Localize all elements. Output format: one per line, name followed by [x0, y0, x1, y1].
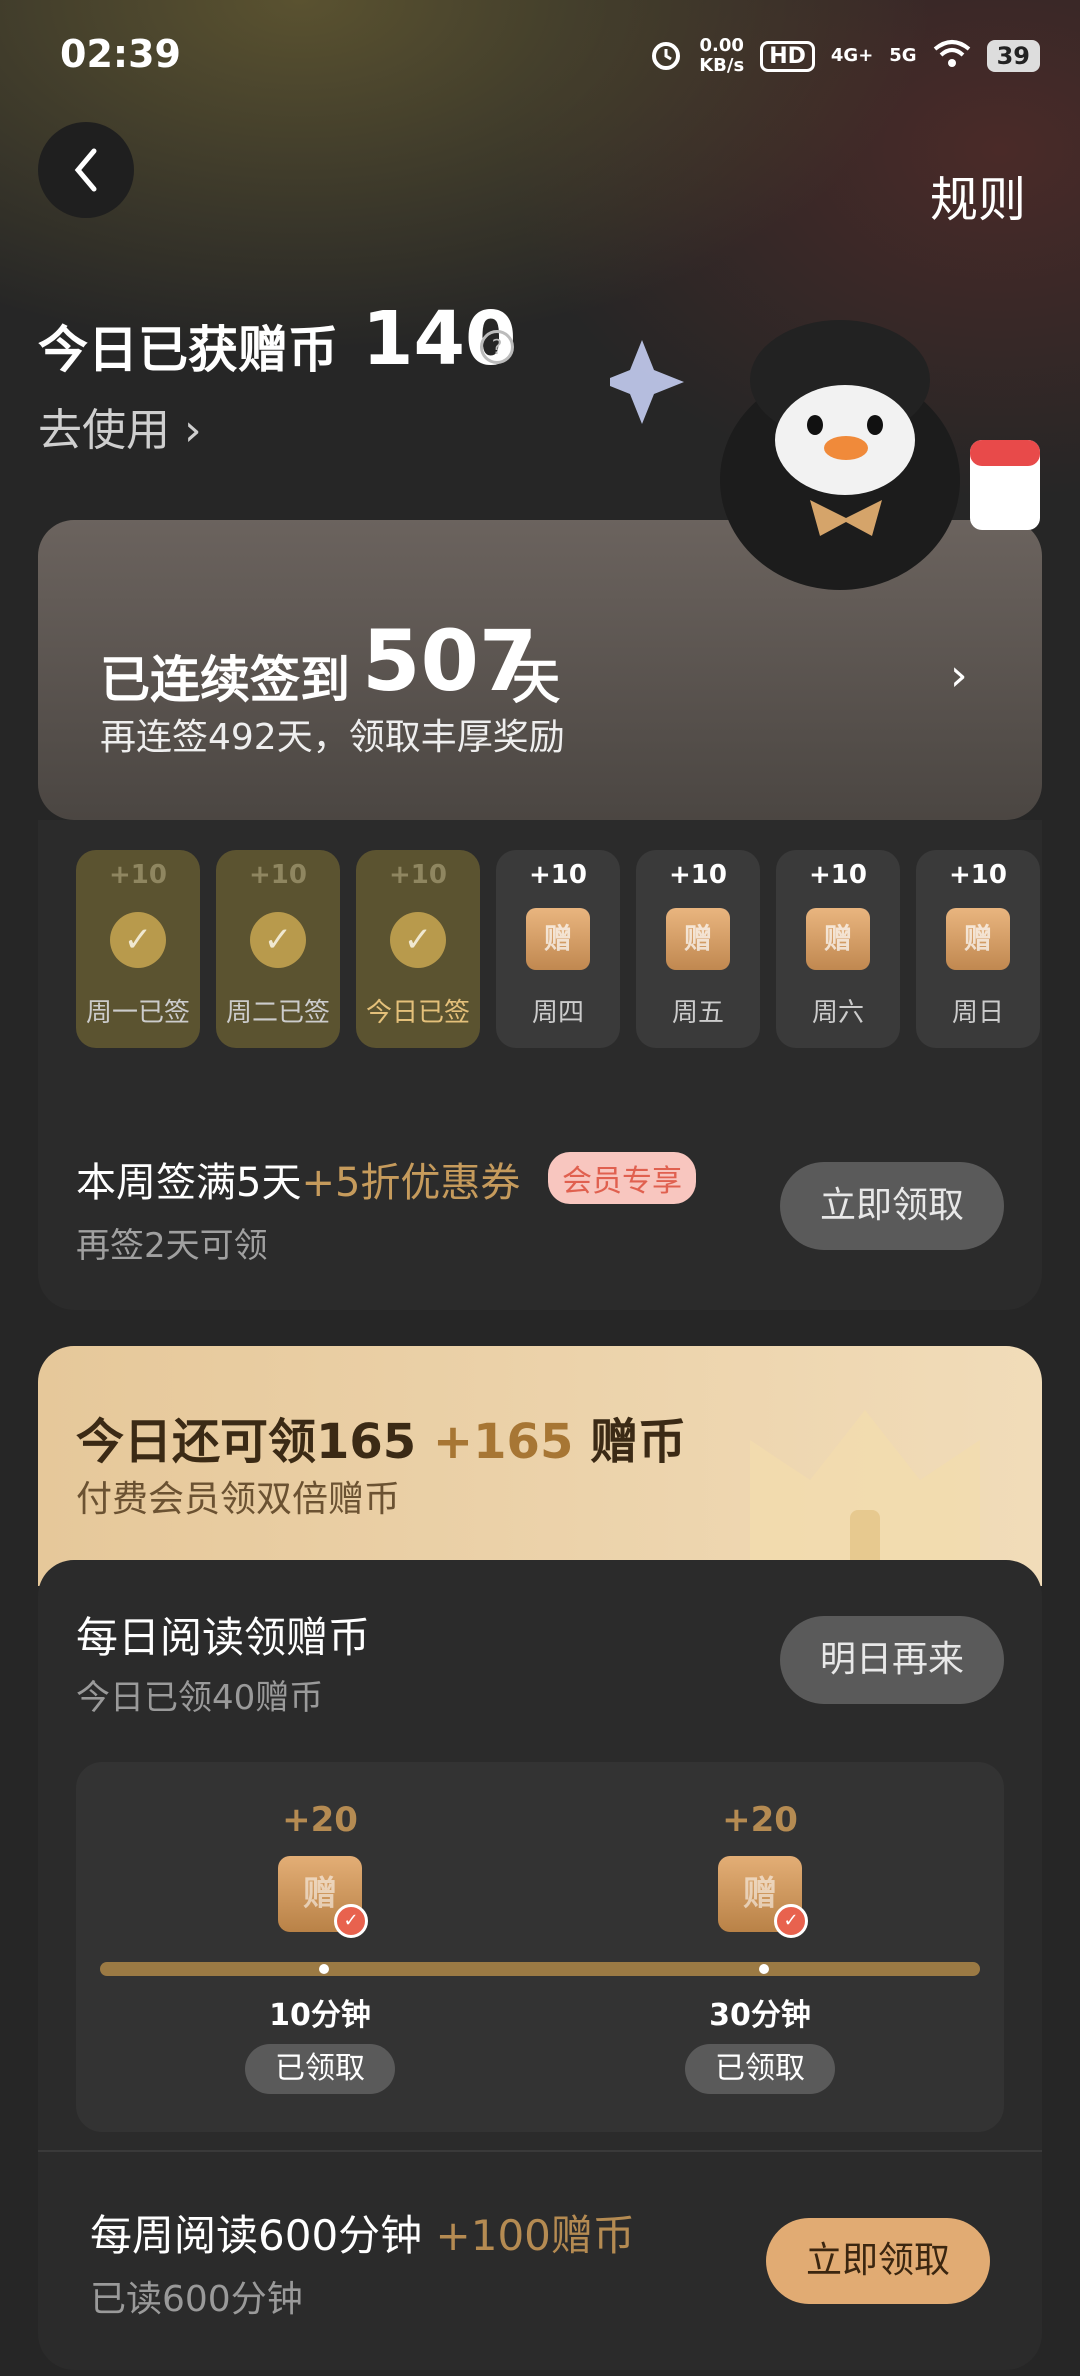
member-exclusive-badge: 会员专享: [548, 1152, 696, 1204]
coin-ticket-icon: 赠: [526, 908, 590, 970]
milestone-dot: [759, 1964, 769, 1974]
day-reward: +10: [949, 860, 1007, 890]
streak-unit: 天: [512, 654, 561, 710]
help-icon[interactable]: ?: [480, 330, 514, 364]
weekly-reading-subtitle: 已读600分钟: [90, 2279, 303, 2320]
milestone-reward: +20: [722, 1800, 798, 1840]
status-icons: 0.00 KB/s HD 4G+ 5G 39: [649, 36, 1040, 76]
milestone-status-badge: 已领取: [245, 2044, 395, 2094]
coin-ticket-icon: 赠: [946, 908, 1010, 970]
alarm-icon: [649, 37, 683, 76]
back-button[interactable]: [38, 122, 134, 218]
milestone-time: 10分钟: [269, 1998, 371, 2033]
weekly-reading-reward: +100赠币: [435, 2211, 635, 2260]
use-coins-link[interactable]: 去使用 ›: [38, 394, 202, 458]
chevron-left-icon: [74, 148, 97, 192]
status-time: 02:39: [60, 32, 181, 76]
check-badge-icon: ✓: [774, 1904, 808, 1938]
day-reward: +10: [389, 860, 447, 890]
day-cell-sun[interactable]: +10 赠 周日: [916, 850, 1040, 1048]
day-label: 周四: [531, 998, 584, 1028]
come-back-tomorrow-button[interactable]: 明日再来: [780, 1616, 1004, 1704]
day-label: 周六: [811, 998, 864, 1028]
day-cell-mon[interactable]: +10 ✓ 周一已签: [76, 850, 200, 1048]
battery-icon: 39: [986, 40, 1040, 72]
streak-label: 已连续签到: [100, 651, 350, 709]
check-icon: ✓: [250, 912, 306, 968]
member-promo-subtitle: 付费会员领双倍赠币: [76, 1479, 401, 1520]
reading-progress-track: [100, 1962, 980, 1976]
check-icon: ✓: [390, 912, 446, 968]
signal-5g-icon: 5G: [889, 45, 917, 66]
day-cell-fri[interactable]: +10 赠 周五: [636, 850, 760, 1048]
today-coins-label: 今日已获赠币: [38, 321, 338, 379]
milestone-reward: +20: [282, 1800, 358, 1840]
weekly-claim-button[interactable]: 立即领取: [766, 2218, 990, 2304]
chevron-right-icon[interactable]: ›: [950, 650, 968, 701]
day-reward: +10: [249, 860, 307, 890]
wifi-icon: [933, 39, 971, 74]
week-goal-title: 本周签满5天+5折优惠券: [76, 1160, 521, 1206]
hd-icon: HD: [760, 40, 815, 72]
member-promo-title: 今日还可领165 +165 赠币: [76, 1414, 687, 1470]
milestone-dot: [319, 1964, 329, 1974]
day-reward: +10: [109, 860, 167, 890]
day-label: 周日: [951, 998, 1004, 1028]
day-label: 今日已签: [365, 998, 470, 1028]
day-cell-today[interactable]: +10 ✓ 今日已签: [356, 850, 480, 1048]
day-reward: +10: [809, 860, 867, 890]
reading-progress-panel: [76, 1762, 1004, 2132]
day-cell-thu[interactable]: +10 赠 周四: [496, 850, 620, 1048]
day-cell-sat[interactable]: +10 赠 周六: [776, 850, 900, 1048]
check-icon: ✓: [110, 912, 166, 968]
coin-ticket-icon: 赠: [666, 908, 730, 970]
day-label: 周二已签: [225, 998, 330, 1028]
coin-ticket-icon: 赠: [806, 908, 870, 970]
rules-link[interactable]: 规则: [930, 160, 1026, 230]
net-speed: 0.00 KB/s: [699, 35, 745, 76]
check-badge-icon: ✓: [334, 1904, 368, 1938]
day-label: 周五: [671, 998, 724, 1028]
daily-reading-title: 每日阅读领赠币: [76, 1613, 371, 1662]
day-reward: +10: [529, 860, 587, 890]
penguin-mascot-illustration: [610, 320, 1040, 590]
day-cell-tue[interactable]: +10 ✓ 周二已签: [216, 850, 340, 1048]
streak-subtitle: 再连签492天，领取丰厚奖励: [100, 717, 565, 758]
milestone-status-badge: 已领取: [685, 2044, 835, 2094]
day-reward: +10: [669, 860, 727, 890]
week-claim-button[interactable]: 立即领取: [780, 1162, 1004, 1250]
milestone-time: 30分钟: [709, 1998, 811, 2033]
daily-reading-subtitle: 今日已领40赠币: [76, 1678, 324, 1718]
week-goal-reward: +5折优惠券: [301, 1160, 521, 1206]
signal-4g-icon: 4G+: [830, 45, 874, 66]
week-goal-subtitle: 再签2天可领: [76, 1226, 268, 1266]
weekly-reading-title: 每周阅读600分钟 +100赠币: [90, 2211, 635, 2260]
day-label: 周一已签: [85, 998, 190, 1028]
divider: [38, 2150, 1042, 2152]
